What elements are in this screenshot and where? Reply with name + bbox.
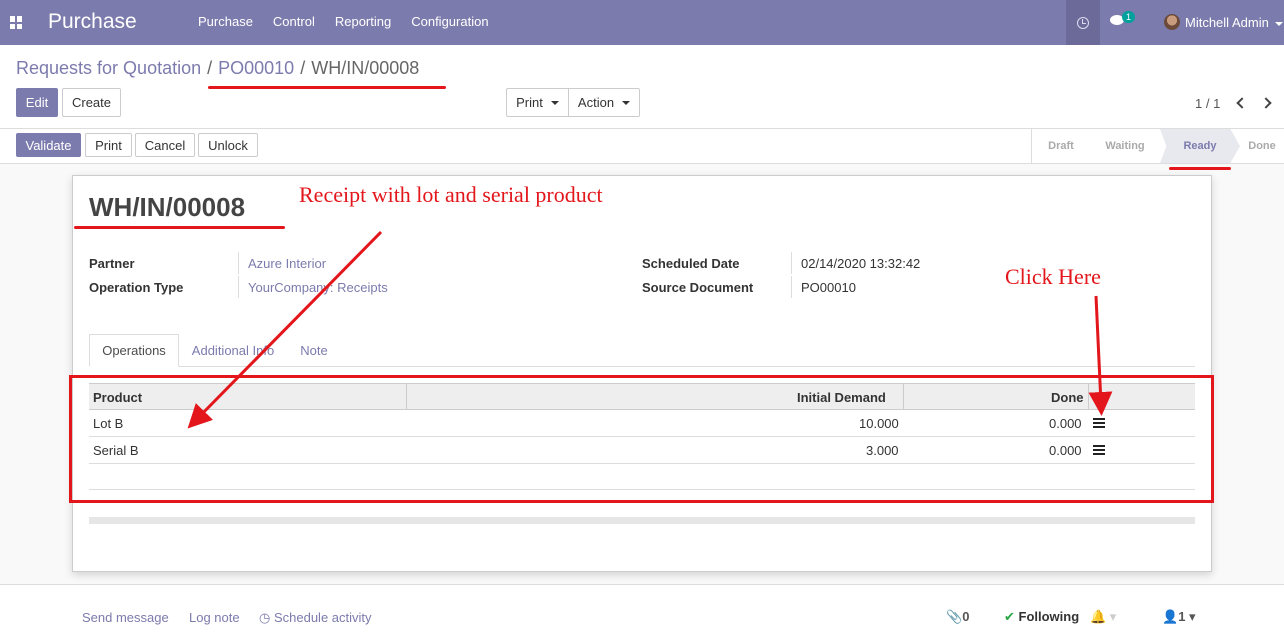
annotation-arrow — [1088, 295, 1113, 416]
annotation-arrow — [187, 230, 383, 429]
annotation-arrows — [187, 230, 1113, 429]
